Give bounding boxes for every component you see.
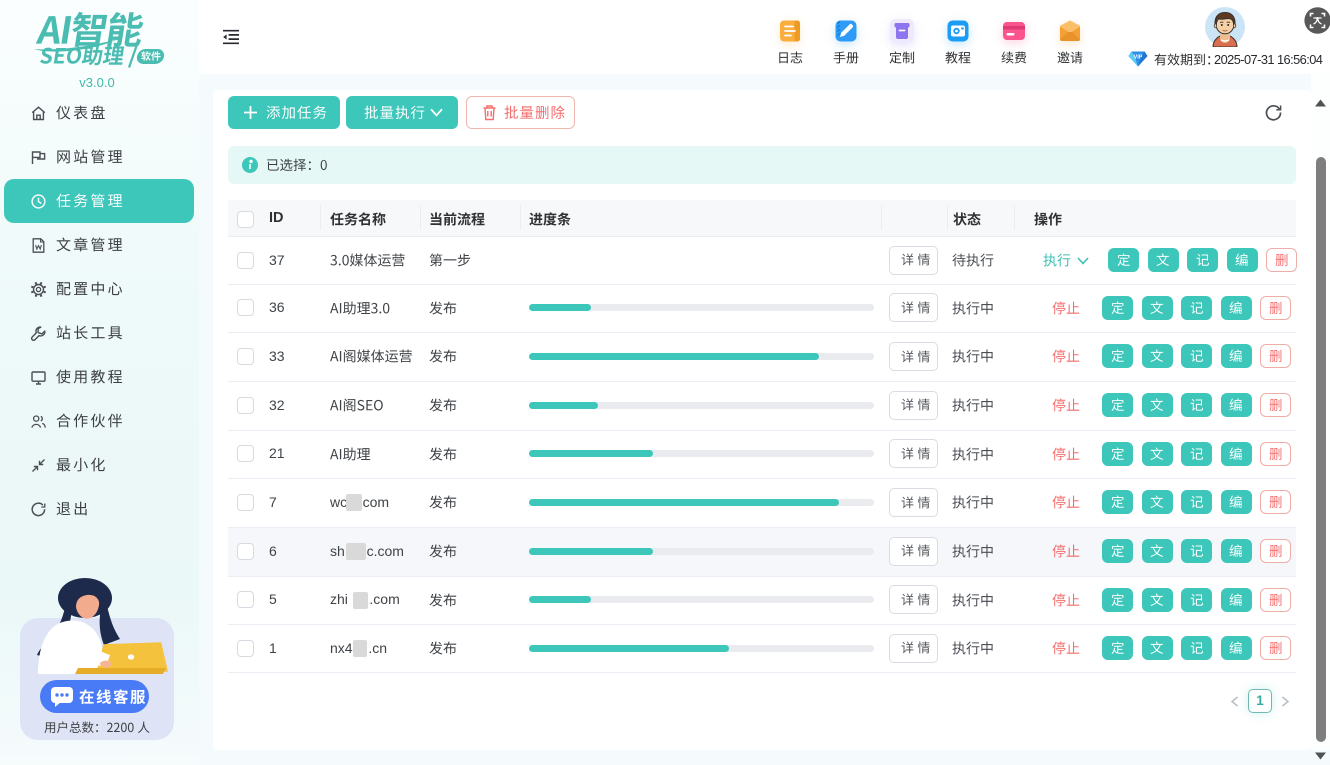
svg-text:VIP: VIP (1134, 55, 1143, 61)
